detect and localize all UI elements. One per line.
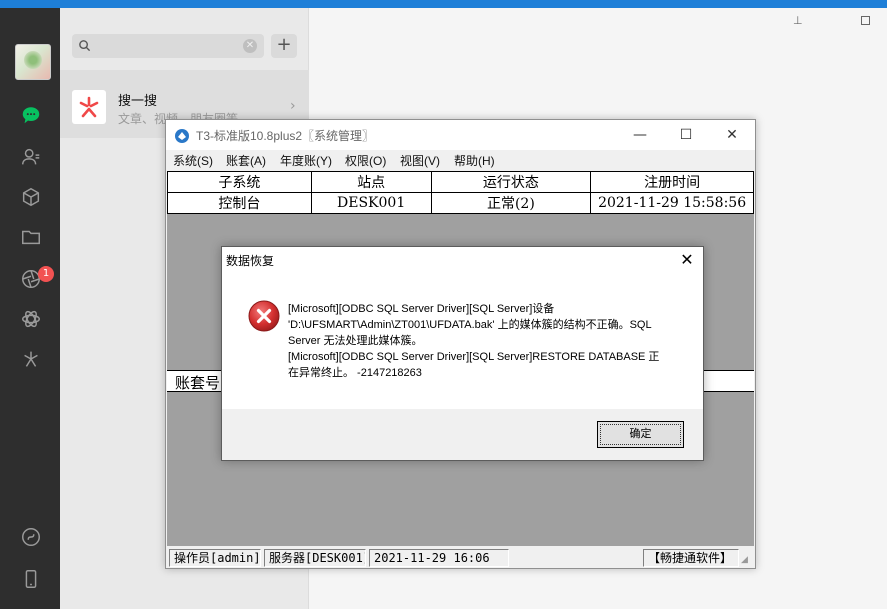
search-box[interactable]: ✕	[72, 34, 264, 58]
table-header: 注册时间	[590, 171, 754, 193]
status-brand: 【畅捷通软件】	[643, 549, 739, 567]
dialog-titlebar: 数据恢复 ✕	[222, 247, 703, 273]
dialog-close-button[interactable]: ✕	[672, 247, 702, 273]
chevron-right-icon: ›	[290, 98, 296, 114]
avatar[interactable]	[15, 44, 51, 80]
status-bar: 操作员[admin] 服务器[DESK001] 2021-11-29 16:06…	[167, 547, 754, 568]
menu-help[interactable]: 帮助(H)	[454, 152, 495, 169]
resize-grip-icon[interactable]: ◢	[741, 555, 753, 567]
maximize-button[interactable]: ☐	[663, 120, 709, 150]
chat-icon[interactable]	[18, 104, 44, 130]
error-message-line: [Microsoft][ODBC SQL Server Driver][SQL …	[288, 303, 555, 315]
pin-icon[interactable]: ⊥	[793, 14, 805, 27]
contacts-icon[interactable]	[18, 146, 44, 172]
table-cell: DESK001	[310, 192, 432, 214]
menu-account[interactable]: 账套(A)	[226, 152, 266, 169]
table-cell: 控制台	[167, 192, 312, 214]
menu-annual[interactable]: 年度账(Y)	[280, 152, 332, 169]
error-message-line: Server 无法处理此媒体簇。	[288, 335, 423, 347]
menu-view[interactable]: 视图(V)	[400, 152, 440, 169]
menu-permission[interactable]: 权限(O)	[345, 152, 386, 169]
error-icon	[248, 300, 280, 332]
table-row[interactable]: 控制台 DESK001 正常(2) 2021-11-29 15:58:56	[167, 192, 754, 214]
favorites-icon[interactable]	[18, 186, 44, 212]
table-header: 运行状态	[430, 171, 592, 193]
t3-app-icon	[175, 129, 189, 143]
maximize-icon[interactable]	[861, 16, 870, 25]
status-server: 服务器[DESK001]	[264, 549, 366, 567]
table-header-row: 子系统 站点 运行状态 注册时间	[167, 171, 754, 193]
error-message: [Microsoft][ODBC SQL Server Driver][SQL …	[288, 301, 678, 381]
search-input[interactable]	[94, 37, 239, 55]
clear-search-icon[interactable]: ✕	[243, 39, 257, 53]
search-service-icon	[72, 90, 106, 124]
subsystem-table: 子系统 站点 运行状态 注册时间 控制台 DESK001 正常(2) 2021-…	[167, 171, 754, 214]
table-cell: 正常(2)	[430, 192, 592, 214]
phone-icon[interactable]	[18, 568, 44, 594]
miniprogram-icon[interactable]	[18, 526, 44, 552]
minimize-button[interactable]: —	[617, 120, 663, 150]
error-message-line: [Microsoft][ODBC SQL Server Driver][SQL …	[288, 351, 660, 363]
files-icon[interactable]	[18, 226, 44, 252]
discover-icon[interactable]	[18, 348, 44, 374]
table-header: 站点	[310, 171, 432, 193]
error-message-line: 在异常终止。 -2147218263	[288, 367, 422, 379]
restore-error-dialog: 数据恢复 ✕ [Microsoft][ODBC SQL Server Drive…	[221, 246, 704, 461]
menubar: 系统(S) 账套(A) 年度账(Y) 权限(O) 视图(V) 帮助(H)	[166, 150, 755, 170]
list-item-title: 搜一搜	[118, 93, 158, 108]
channels-icon[interactable]	[18, 308, 44, 334]
status-operator: 操作员[admin]	[169, 549, 261, 567]
status-datetime: 2021-11-29 16:06	[369, 549, 509, 567]
menu-system[interactable]: 系统(S)	[173, 152, 213, 169]
error-message-line: 'D:\UFSMART\Admin\ZT001\UFDATA.bak' 上的媒体…	[288, 319, 652, 331]
ok-button[interactable]: 确定	[597, 421, 684, 448]
account-number-header: 账套号	[175, 374, 221, 392]
close-button[interactable]: ✕	[709, 120, 755, 150]
table-header: 子系统	[167, 171, 312, 193]
table-cell: 2021-11-29 15:58:56	[590, 192, 754, 214]
search-icon	[79, 40, 91, 52]
moments-badge: 1	[38, 266, 54, 282]
t3-title: T3-标准版10.8plus2〖系统管理〗	[196, 129, 375, 143]
dialog-body: [Microsoft][ODBC SQL Server Driver][SQL …	[222, 273, 703, 409]
t3-titlebar: T3-标准版10.8plus2〖系统管理〗 — ☐ ✕	[166, 120, 755, 150]
desktop-background	[0, 0, 887, 8]
dialog-title: 数据恢复	[226, 254, 275, 268]
sidebar-rail: 1	[0, 8, 60, 609]
add-button[interactable]: +	[271, 34, 297, 58]
